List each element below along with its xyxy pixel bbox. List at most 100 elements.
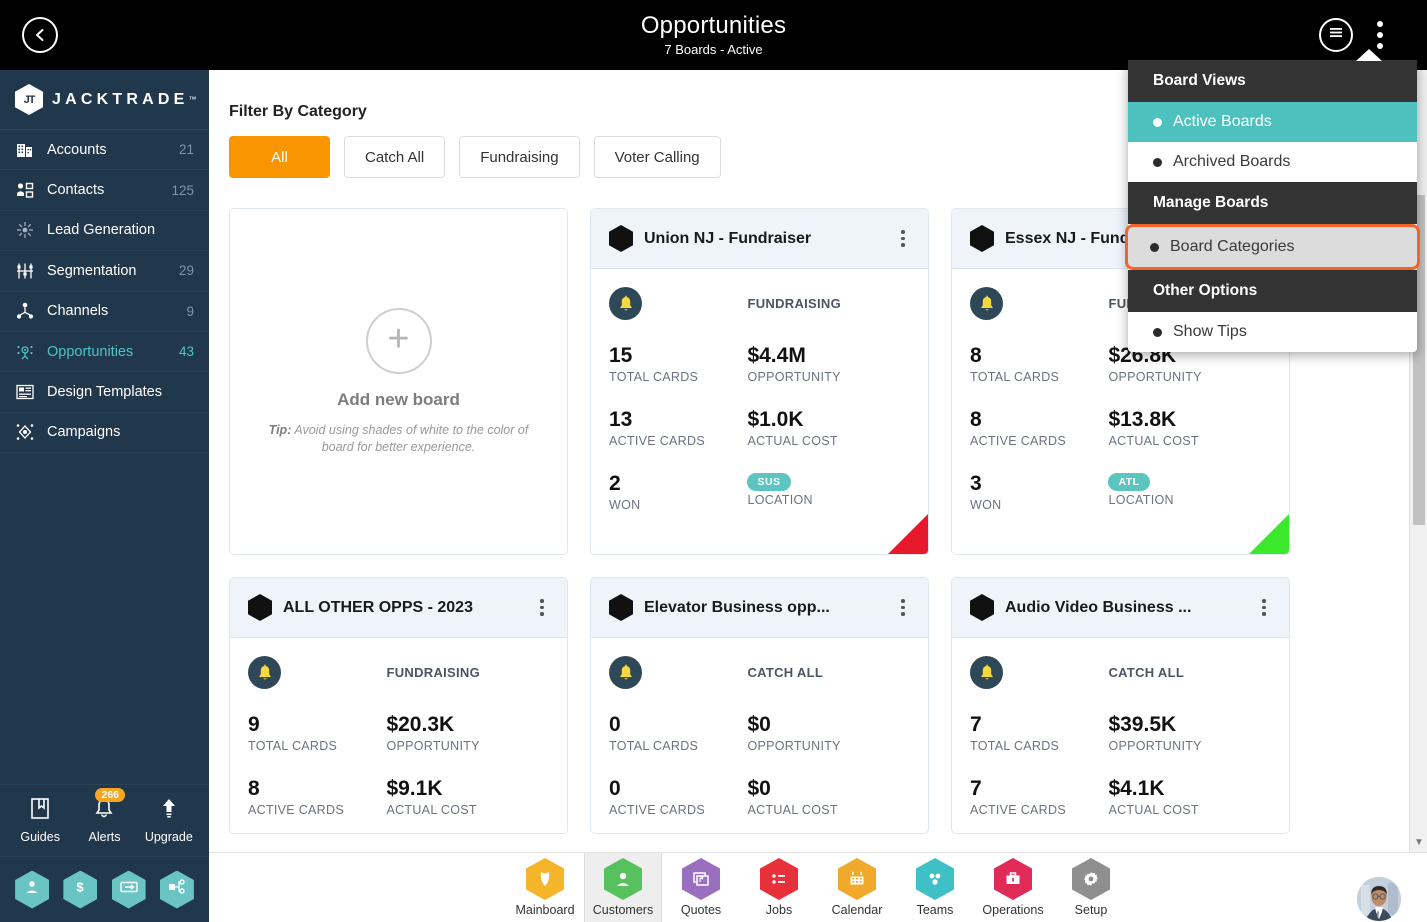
tip-prefix: Tip: — [268, 422, 292, 437]
bell-icon — [609, 656, 642, 689]
bottom-nav-jobs[interactable]: Jobs — [740, 853, 818, 922]
more-vertical-icon-dot — [1377, 21, 1383, 27]
sidebar-item-opportunities[interactable]: Opportunities 43 — [0, 332, 209, 373]
filter-fundraising-button[interactable]: Fundraising — [459, 136, 580, 178]
opportunity-icon — [14, 342, 36, 362]
opportunity-label: OPPORTUNITY — [1108, 739, 1202, 753]
menu-item-show-tips[interactable]: Show Tips — [1128, 312, 1417, 352]
menu-item-board-categories[interactable]: Board Categories — [1125, 224, 1420, 270]
user-avatar[interactable] — [1357, 877, 1401, 921]
mainboard-icon — [526, 858, 564, 900]
actual-cost-label: ACTUAL COST — [747, 803, 838, 817]
board-card-body: CATCH ALL 7 TOTAL CARDS $39.5K OPPORTUNI… — [952, 638, 1289, 833]
header-more-button[interactable] — [1367, 18, 1393, 52]
location-pill: SUS — [747, 473, 791, 491]
sidebar-item-accounts[interactable]: Accounts 21 — [0, 130, 209, 171]
board-color-hex-icon — [609, 594, 633, 621]
bottom-nav-operations[interactable]: Operations — [974, 853, 1052, 922]
board-card-body: CATCH ALL 0 TOTAL CARDS $0 OPPORTUNITY 0… — [591, 638, 928, 833]
board-card[interactable]: Union NJ - Fundraiser FUNDRAISING 15 TOT… — [590, 208, 929, 555]
actual-cost-label: ACTUAL COST — [1108, 434, 1199, 448]
sidebar-item-lead-generation[interactable]: Lead Generation — [0, 211, 209, 252]
setup-icon — [1072, 858, 1110, 900]
menu-item-archived-boards[interactable]: Archived Boards — [1128, 142, 1417, 182]
filter-all-button[interactable]: All — [229, 136, 330, 178]
list-view-button[interactable] — [1319, 18, 1353, 52]
bell-icon — [248, 656, 281, 689]
board-card[interactable]: Elevator Business opp... CATCH ALL 0 TOT… — [590, 577, 929, 834]
add-board-title: Add new board — [337, 389, 460, 409]
sidebar-item-count: 29 — [178, 263, 194, 279]
trademark-symbol: ™ — [188, 95, 197, 104]
brand-logo[interactable]: JT JACKTRADE ™ — [0, 70, 209, 130]
money-transfer-hex-button[interactable] — [111, 870, 146, 909]
list-lines-icon — [1328, 26, 1344, 45]
menu-item-active-boards[interactable]: Active Boards — [1128, 102, 1417, 142]
won-value: 3 — [970, 472, 982, 495]
dollar-hex-button[interactable]: $ — [63, 870, 98, 909]
board-card[interactable]: Audio Video Business ... CATCH ALL 7 TOT… — [951, 577, 1290, 834]
menu-item-label: Board Categories — [1170, 238, 1295, 255]
board-card[interactable]: ALL OTHER OPPS - 2023 FUNDRAISING 9 TOTA… — [229, 577, 568, 834]
segment-icon — [14, 261, 36, 281]
sidebar-item-count: 125 — [171, 182, 194, 198]
active-cards-label: ACTIVE CARDS — [248, 803, 344, 817]
won-value: 2 — [609, 472, 621, 495]
upgrade-label: Upgrade — [144, 830, 193, 844]
sidebar-item-label: Segmentation — [47, 262, 137, 279]
bell-icon — [609, 287, 642, 320]
campaign-icon — [14, 422, 36, 442]
bottom-nav-quotes[interactable]: Quotes — [662, 853, 740, 922]
workflow-hex-button[interactable] — [159, 870, 194, 909]
bullet-dot-icon — [1153, 327, 1162, 337]
alerts-badge: 266 — [95, 788, 126, 802]
app-root: Opportunities 7 Boards - Active JT JACKT… — [0, 0, 1427, 922]
sidebar-item-channels[interactable]: Channels 9 — [0, 292, 209, 332]
opportunity-label: OPPORTUNITY — [747, 739, 841, 753]
book-icon — [29, 797, 51, 826]
sidebar-item-design-templates[interactable]: Design Templates — [0, 372, 209, 413]
menu-section-heading-other-options: Other Options — [1128, 270, 1417, 312]
total-cards-value: 15 — [609, 344, 633, 367]
active-cards-label: ACTIVE CARDS — [609, 434, 705, 448]
sidebar-item-count: 9 — [186, 303, 194, 319]
board-menu-button[interactable] — [1253, 599, 1275, 616]
bottom-nav-teams[interactable]: Teams — [896, 853, 974, 922]
sidebar-tools: Guides 266 Alerts Upgrade — [0, 784, 209, 856]
board-menu-button[interactable] — [892, 230, 914, 247]
filter-catch-all-button[interactable]: Catch All — [344, 136, 446, 178]
total-cards-label: TOTAL CARDS — [609, 739, 699, 753]
active-cards-value: 8 — [248, 777, 260, 800]
page-subtitle: 7 Boards - Active — [664, 42, 763, 57]
bottom-nav-setup[interactable]: Setup — [1052, 853, 1130, 922]
bottom-nav-label: Jobs — [765, 903, 793, 917]
filter-voter-calling-button[interactable]: Voter Calling — [593, 136, 721, 178]
bottom-nav-label: Operations — [982, 903, 1044, 917]
sidebar-item-contacts[interactable]: Contacts 125 — [0, 170, 209, 211]
sidebar-nav: Accounts 21 Contacts 125 Lead Generation… — [0, 130, 209, 784]
bottom-nav-mainboard[interactable]: Mainboard — [506, 853, 584, 922]
board-menu-button[interactable] — [531, 599, 553, 616]
guides-button[interactable]: Guides — [11, 797, 69, 844]
operations-icon — [994, 858, 1032, 900]
money-transfer-icon — [119, 880, 138, 899]
bottom-nav-label: Customers — [592, 903, 654, 917]
opportunity-value: $39.5K — [1108, 713, 1177, 736]
bottom-nav-customers[interactable]: Customers — [584, 852, 662, 922]
upgrade-button[interactable]: Upgrade — [140, 797, 198, 844]
scroll-down-arrow-icon[interactable]: ▼ — [1410, 837, 1427, 848]
opportunity-value: $0 — [747, 713, 771, 736]
alerts-button[interactable]: 266 Alerts — [75, 788, 133, 844]
person-hex-button[interactable] — [15, 870, 50, 909]
sidebar-item-campaigns[interactable]: Campaigns — [0, 413, 209, 454]
bullet-dot-icon — [1150, 242, 1159, 252]
bottom-nav-calendar[interactable]: Calendar — [818, 853, 896, 922]
back-button[interactable] — [22, 17, 58, 53]
add-new-board-card[interactable]: + Add new board Tip: Avoid using shades … — [229, 208, 568, 555]
actual-cost-value: $4.1K — [1108, 777, 1165, 800]
opportunity-label: OPPORTUNITY — [386, 739, 480, 753]
board-title: Elevator Business opp... — [644, 598, 830, 616]
add-board-tip: Tip: Avoid using shades of white to the … — [264, 422, 534, 456]
board-menu-button[interactable] — [892, 599, 914, 616]
sidebar-item-segmentation[interactable]: Segmentation 29 — [0, 251, 209, 292]
